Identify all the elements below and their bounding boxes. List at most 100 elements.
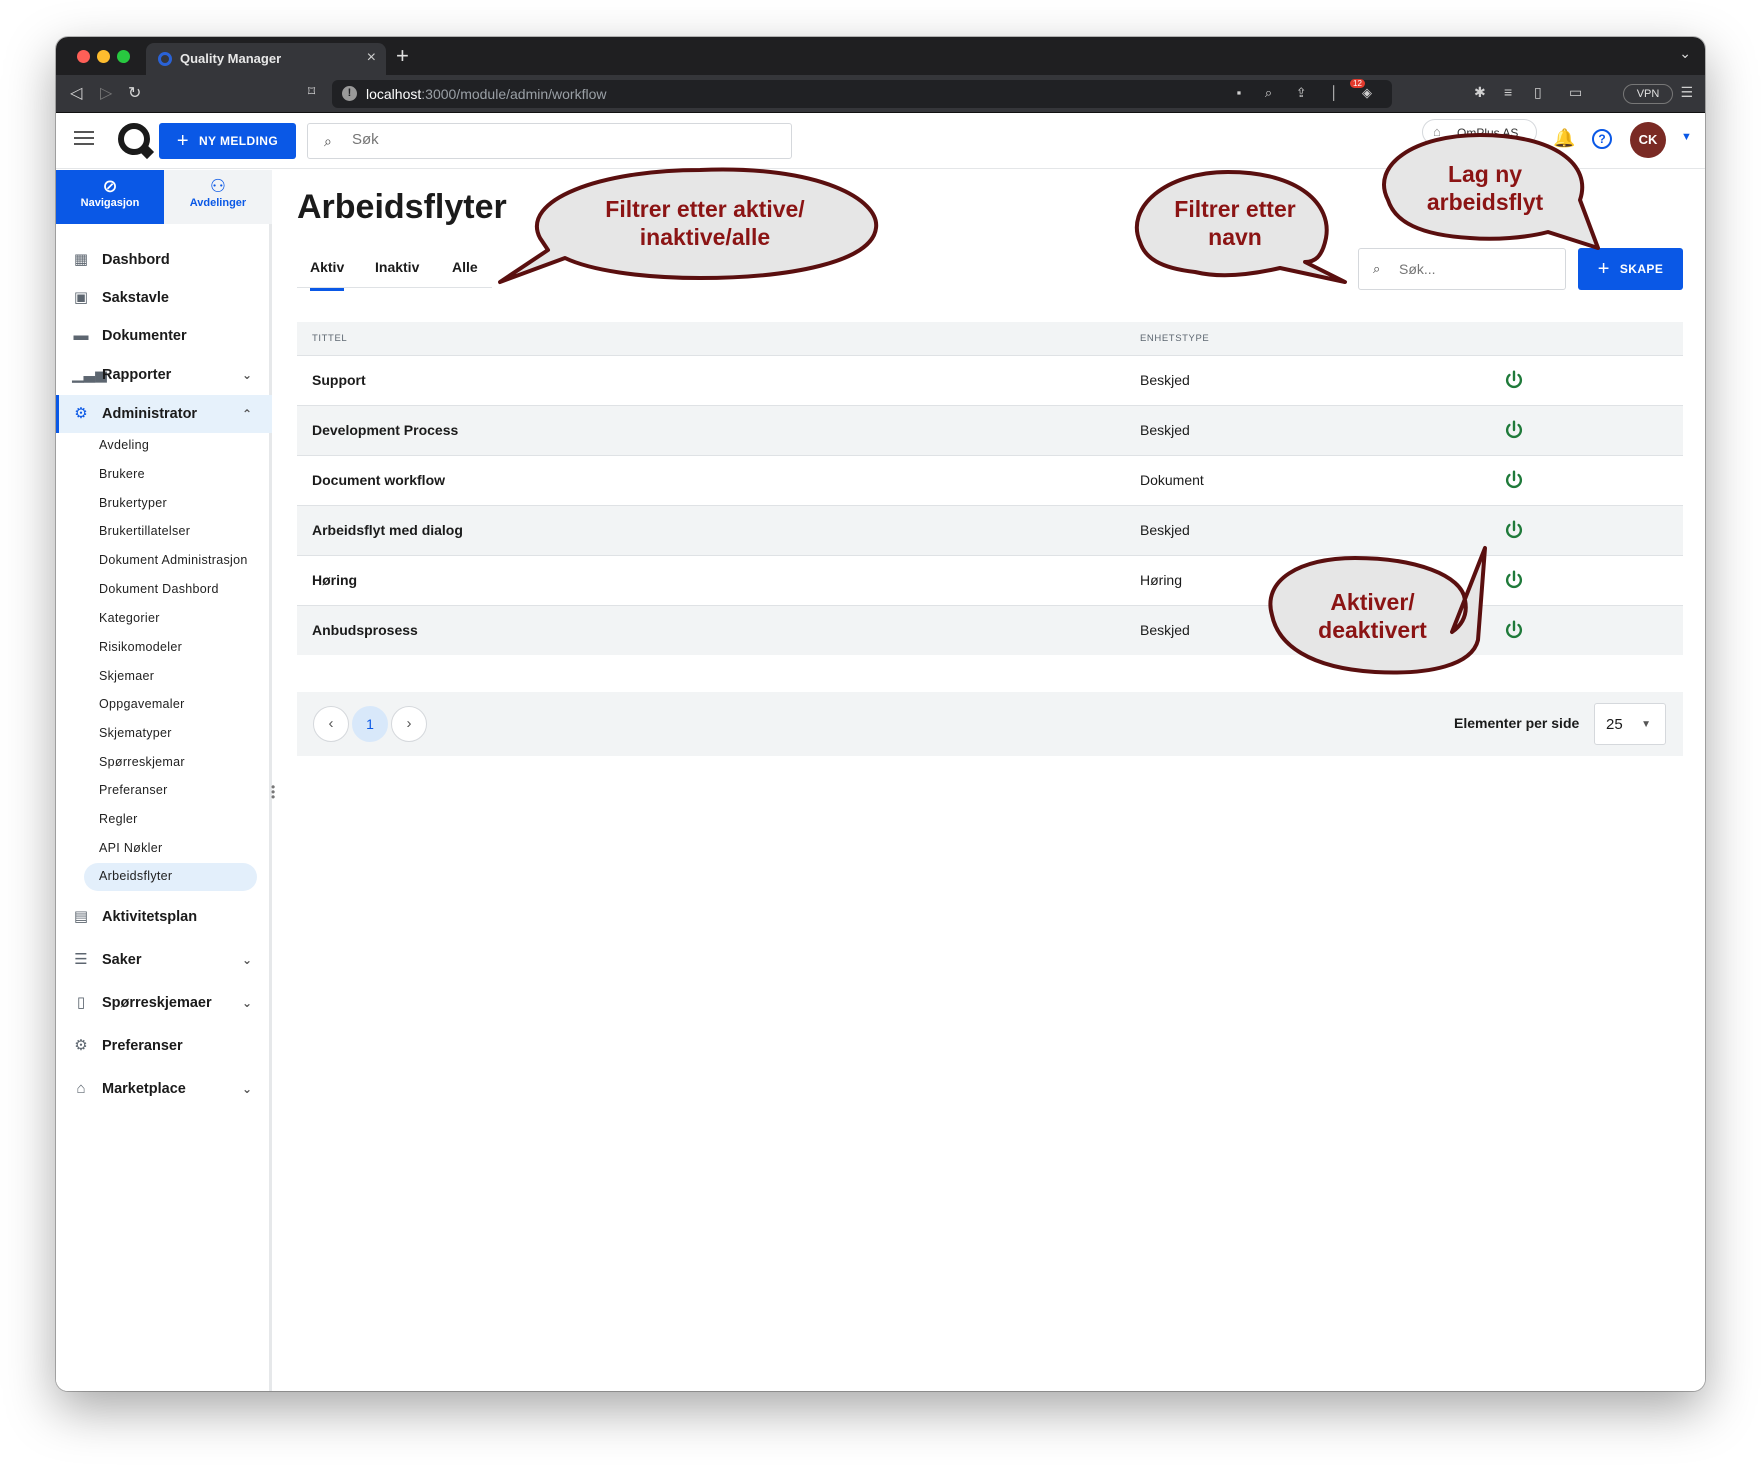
- sidebar-item-rapporter[interactable]: ▁▃▅ Rapporter ⌄: [56, 356, 272, 394]
- table-row[interactable]: Document workflow Dokument: [297, 455, 1683, 505]
- next-page-button[interactable]: ›: [391, 706, 427, 742]
- building-icon: ⌂: [1433, 124, 1441, 139]
- tab-alle[interactable]: Alle: [452, 259, 478, 275]
- chevron-down-icon: ⌄: [241, 953, 252, 967]
- sidebar-item-saker[interactable]: ☰ Saker ⌄: [56, 941, 272, 979]
- close-window-button[interactable]: [77, 50, 90, 63]
- tab-inaktiv[interactable]: Inaktiv: [375, 259, 419, 275]
- admin-subitem-oppgavemaler[interactable]: Oppgavemaler: [99, 697, 249, 711]
- row-unit-type: Dokument: [1140, 472, 1204, 488]
- vpn-button[interactable]: VPN: [1623, 84, 1673, 104]
- sidebar-item-sporreskjemaer[interactable]: ▯ Spørreskjemaer ⌄: [56, 984, 272, 1022]
- forward-icon[interactable]: ▷: [100, 83, 112, 103]
- admin-subitem-preferanser[interactable]: Preferanser: [99, 783, 249, 797]
- admin-subitem-kategorier[interactable]: Kategorier: [99, 611, 249, 625]
- sidebar-tab-departments[interactable]: ⚇ Avdelinger: [164, 170, 272, 224]
- sidebar-item-aktivitetsplan[interactable]: ▤ Aktivitetsplan: [56, 898, 272, 936]
- new-message-button[interactable]: + NY MELDING: [159, 123, 296, 159]
- brave-rewards-badge[interactable]: 12: [1350, 79, 1365, 88]
- sidebar-item-marketplace[interactable]: ⌂ Marketplace ⌄: [56, 1070, 272, 1108]
- table-row[interactable]: Development Process Beskjed: [297, 405, 1683, 455]
- table-row[interactable]: Arbeidsflyt med dialog Beskjed: [297, 505, 1683, 555]
- admin-subitem-regler[interactable]: Regler: [99, 812, 249, 826]
- help-icon[interactable]: ?: [1592, 129, 1612, 149]
- admin-subitem-dokument-administrasjon[interactable]: Dokument Administrasjon: [99, 553, 249, 567]
- playlist-icon[interactable]: ≡: [1504, 84, 1512, 100]
- wallet-icon[interactable]: ▭: [1569, 84, 1582, 101]
- power-toggle-icon[interactable]: [1503, 419, 1525, 441]
- org-chart-icon: ⚇: [209, 176, 227, 196]
- previous-page-button[interactable]: ‹: [313, 706, 349, 742]
- admin-subitem-api-nokler[interactable]: API Nøkler: [99, 841, 249, 855]
- page-title: Arbeidsflyter: [297, 188, 507, 226]
- row-title[interactable]: Development Process: [312, 422, 458, 438]
- admin-subitem-avdeling[interactable]: Avdeling: [99, 438, 249, 452]
- caret-down-icon[interactable]: ▼: [1681, 131, 1692, 143]
- table-row[interactable]: Support Beskjed: [297, 355, 1683, 405]
- global-search-input[interactable]: [352, 131, 752, 148]
- items-per-page-select[interactable]: 25 ▼: [1594, 703, 1666, 745]
- address-bar[interactable]: ! localhost:3000/module/admin/workflow ▪…: [332, 80, 1392, 108]
- sidebar-item-dokumenter[interactable]: ▬ Dokumenter: [56, 317, 272, 355]
- power-toggle-icon[interactable]: [1503, 469, 1525, 491]
- minimize-window-button[interactable]: [97, 50, 110, 63]
- global-search[interactable]: ⌕: [307, 123, 792, 159]
- admin-subitem-arbeidsflyter[interactable]: Arbeidsflyter: [84, 863, 257, 891]
- maximize-window-button[interactable]: [117, 50, 130, 63]
- power-toggle-icon[interactable]: [1503, 569, 1525, 591]
- sidebar-tab-label: Navigasjon: [80, 197, 140, 209]
- workflow-search[interactable]: ⌕: [1358, 248, 1566, 290]
- admin-subitem-dokument-dashbord[interactable]: Dokument Dashbord: [99, 582, 249, 596]
- caret-down-icon: ▼: [1641, 719, 1651, 730]
- user-avatar[interactable]: CK: [1630, 122, 1666, 158]
- power-toggle-icon[interactable]: [1503, 369, 1525, 391]
- admin-subitem-risikomodeler[interactable]: Risikomodeler: [99, 640, 249, 654]
- sidebar-item-dashbord[interactable]: ▦ Dashbord: [56, 241, 272, 279]
- plus-icon: +: [176, 129, 189, 152]
- app-logo[interactable]: [118, 123, 150, 155]
- tab-list-chevron-icon[interactable]: ⌄: [1679, 45, 1691, 62]
- table-row[interactable]: Høring Høring: [297, 555, 1683, 605]
- admin-subitem-sporreskjemar[interactable]: Spørreskjemar: [99, 755, 249, 769]
- bookmark-icon[interactable]: ⌑: [308, 83, 315, 100]
- extensions-icon[interactable]: ✱: [1474, 84, 1486, 101]
- close-tab-icon[interactable]: ×: [367, 49, 376, 67]
- admin-subitem-brukertillatelser[interactable]: Brukertillatelser: [99, 524, 249, 538]
- workflow-search-input[interactable]: [1399, 261, 1549, 277]
- menu-icon[interactable]: [74, 131, 94, 145]
- browser-tab[interactable]: Quality Manager ×: [146, 43, 386, 75]
- sidebar-tab-navigation[interactable]: ⊘ Navigasjon: [56, 170, 164, 224]
- row-title[interactable]: Anbudsprosess: [312, 622, 418, 638]
- sidebar-item-administrator[interactable]: ⚙ Administrator ⌃: [56, 395, 272, 433]
- admin-subitem-brukere[interactable]: Brukere: [99, 467, 249, 481]
- row-title[interactable]: Support: [312, 372, 366, 388]
- clipboard-icon: ▯: [76, 994, 86, 1011]
- create-workflow-label: SKAPE: [1619, 262, 1664, 276]
- table-row[interactable]: Anbudsprosess Beskjed: [297, 605, 1683, 655]
- new-tab-icon[interactable]: +: [396, 43, 409, 69]
- main-content: Arbeidsflyter Aktiv Inaktiv Alle ⌕ + SKA…: [275, 170, 1705, 1391]
- row-title[interactable]: Arbeidsflyt med dialog: [312, 522, 463, 538]
- reload-icon[interactable]: ↻: [128, 83, 141, 103]
- table-header: TITTEL ENHETSTYPE: [297, 322, 1683, 355]
- notifications-bell-icon[interactable]: 🔔: [1553, 128, 1575, 149]
- tab-aktiv[interactable]: Aktiv: [310, 259, 345, 291]
- row-title[interactable]: Document workflow: [312, 472, 445, 488]
- row-title[interactable]: Høring: [312, 572, 357, 588]
- power-toggle-icon[interactable]: [1503, 519, 1525, 541]
- admin-subitem-brukertyper[interactable]: Brukertyper: [99, 496, 249, 510]
- sidebar: ⊘ Navigasjon ⚇ Avdelinger ▦ Dashbord ▣ S…: [56, 170, 275, 1391]
- organization-selector[interactable]: ⌂ QmPlus AS: [1422, 119, 1537, 145]
- admin-subitem-skjematyper[interactable]: Skjematyper: [99, 726, 249, 740]
- sidebar-item-preferanser[interactable]: ⚙ Preferanser: [56, 1027, 272, 1065]
- site-info-icon[interactable]: !: [342, 86, 357, 101]
- dashboard-icon: ▦: [73, 251, 89, 268]
- back-icon[interactable]: ◁: [70, 83, 82, 103]
- sidebar-item-sakstavle[interactable]: ▣ Sakstavle: [56, 279, 272, 317]
- sidebar-toggle-icon[interactable]: ▯: [1534, 84, 1542, 101]
- admin-subitem-skjemaer[interactable]: Skjemaer: [99, 669, 249, 683]
- power-toggle-icon[interactable]: [1503, 619, 1525, 641]
- create-workflow-button[interactable]: + SKAPE: [1578, 248, 1683, 290]
- page-number-button[interactable]: 1: [352, 706, 388, 742]
- browser-menu-icon[interactable]: ☰: [1680, 84, 1693, 101]
